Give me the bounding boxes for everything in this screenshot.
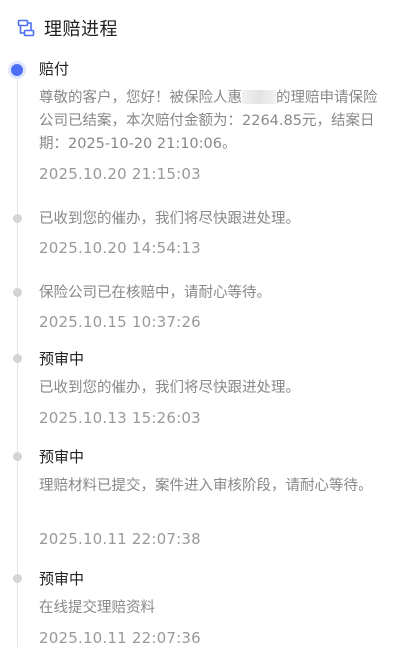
timeline-status: 预审中 — [39, 448, 85, 466]
page-title: 理赔进程 — [44, 19, 118, 40]
timeline-dot — [13, 288, 22, 297]
masked-name — [242, 90, 276, 104]
timeline-time: 2025.10.13 15:26:03 — [39, 409, 201, 427]
section-header: 理赔进程 — [16, 14, 118, 42]
timeline-status: 赔付 — [39, 60, 70, 78]
timeline-status: 预审中 — [39, 570, 85, 588]
timeline-description: 保险公司已在核赔中，请耐心等待。 — [39, 285, 271, 301]
timeline-time: 2025.10.11 22:07:36 — [39, 629, 201, 647]
timeline-dot — [13, 354, 22, 363]
timeline-description: 在线提交理赔资料 — [39, 600, 155, 616]
timeline-time: 2025.10.11 22:07:38 — [39, 530, 201, 548]
timeline-time: 2025.10.20 21:15:03 — [39, 165, 201, 183]
timeline-description: 已收到您的催办，我们将尽快跟进处理。 — [39, 380, 300, 396]
timeline-dot — [13, 214, 22, 223]
timeline-dot — [13, 452, 22, 461]
timeline-time: 2025.10.15 10:37:26 — [39, 313, 201, 331]
timeline-description: 已收到您的催办，我们将尽快跟进处理。 — [39, 211, 300, 227]
timeline-dot-active — [11, 64, 23, 76]
timeline-status: 预审中 — [39, 350, 85, 368]
timeline-description: 理赔材料已提交，案件进入审核阶段，请耐心等待。 — [39, 478, 373, 494]
timeline-dot — [13, 574, 22, 583]
process-icon — [16, 18, 36, 38]
timeline-time: 2025.10.20 14:54:13 — [39, 239, 201, 257]
timeline-description: 尊敬的客户，您好！被保险人惠 的理赔申请保险公司已结案，本次赔付金额为：2264.… — [39, 90, 378, 152]
